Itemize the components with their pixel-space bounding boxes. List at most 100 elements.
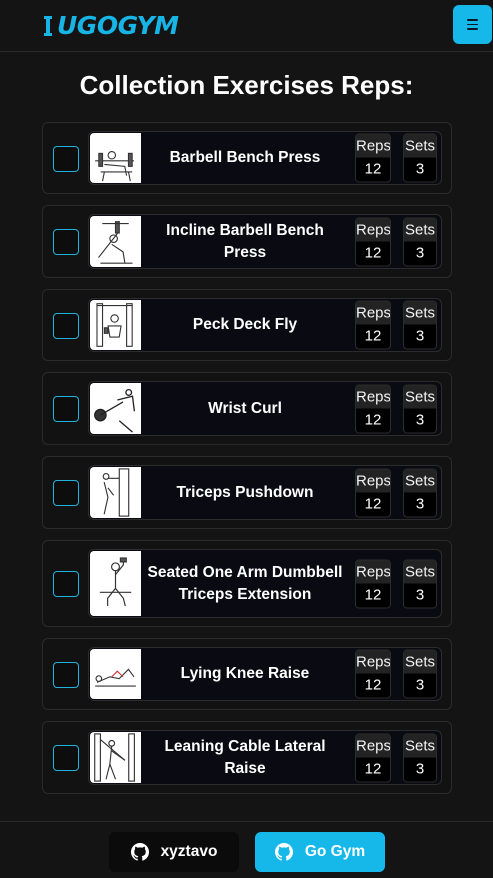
reps-label: Reps (356, 385, 390, 408)
reps-label: Reps (356, 650, 390, 674)
reps-value: 12 (364, 327, 382, 345)
reps-label: Reps (356, 469, 390, 492)
exercise-item[interactable]: Incline Barbell Bench Press Reps 12 Sets… (88, 214, 442, 269)
sets-label: Sets (404, 218, 436, 241)
exercise-card: Leaning Cable Lateral Raise Reps 12 Sets… (42, 721, 452, 794)
github-icon (274, 843, 293, 861)
reps-value: 12 (364, 586, 382, 603)
sets-box: Sets 3 (403, 649, 437, 699)
reps-label: Reps (356, 560, 390, 583)
sets-label: Sets (404, 650, 436, 674)
reps-value: 12 (364, 676, 382, 694)
exercise-card: Lying Knee Raise Reps 12 Sets 3 (42, 638, 452, 710)
gogym-label: Go Gym (304, 843, 366, 860)
github-icon (130, 843, 149, 861)
sets-box: Sets 3 (403, 300, 437, 350)
exercise-checkbox[interactable] (53, 396, 79, 422)
sets-box: Sets 3 (403, 133, 437, 183)
exercise-thumbnail (90, 383, 141, 434)
exercise-item[interactable]: Lying Knee Raise Reps 12 Sets 3 (88, 647, 442, 701)
reps-box: Reps 12 (355, 384, 391, 433)
exercise-list: Barbell Bench Press Reps 12 Sets 3 Incli… (42, 122, 452, 805)
hamburger-icon (467, 18, 478, 21)
exercise-checkbox[interactable] (53, 313, 79, 339)
exercise-item[interactable]: Leaning Cable Lateral Raise Reps 12 Sets… (88, 730, 442, 785)
reps-label: Reps (356, 301, 390, 325)
exercise-checkbox[interactable] (53, 571, 79, 597)
exercise-name: Incline Barbell Bench Press (166, 221, 324, 261)
sets-box: Sets 3 (403, 559, 437, 608)
exercise-name: Wrist Curl (208, 399, 282, 417)
exercise-checkbox[interactable] (53, 146, 79, 172)
sets-label: Sets (404, 560, 436, 583)
sets-value: 3 (415, 244, 425, 261)
sets-value: 3 (415, 327, 425, 345)
sets-value: 3 (415, 160, 425, 178)
sets-box: Sets 3 (403, 384, 437, 433)
brand-logo[interactable]: UGOGYM (41, 11, 179, 40)
exercise-item[interactable]: Peck Deck Fly Reps 12 Sets 3 (88, 298, 442, 352)
reps-value: 12 (364, 760, 382, 777)
navbar: UGOGYM (0, 0, 493, 52)
sets-label: Sets (404, 469, 436, 492)
sets-box: Sets 3 (403, 217, 437, 266)
reps-box: Reps 12 (355, 217, 391, 266)
exercise-name: Peck Deck Fly (192, 316, 298, 333)
sets-box: Sets 3 (403, 733, 437, 782)
reps-value: 12 (364, 244, 382, 261)
reps-value: 12 (364, 160, 382, 178)
reps-value: 12 (364, 495, 382, 512)
reps-box: Reps 12 (355, 468, 391, 517)
reps-box: Reps 12 (355, 300, 391, 350)
sets-value: 3 (415, 760, 425, 777)
reps-box: Reps 12 (355, 649, 391, 699)
brand-logo-text: UGOGYM (57, 11, 179, 40)
exercise-thumbnail (90, 732, 141, 783)
page-title: Collection Exercises Reps: (79, 70, 414, 100)
exercise-card: Barbell Bench Press Reps 12 Sets 3 (42, 122, 452, 194)
exercise-name: Leaning Cable Lateral Raise (164, 737, 326, 777)
menu-button[interactable] (453, 5, 492, 44)
exercise-checkbox[interactable] (53, 745, 79, 771)
footer: xyztavo Go Gym (0, 821, 493, 878)
reps-box: Reps 12 (355, 133, 391, 183)
exercise-card: Wrist Curl Reps 12 Sets 3 (42, 372, 452, 445)
sets-value: 3 (415, 495, 425, 512)
exercise-card: Peck Deck Fly Reps 12 Sets 3 (42, 289, 452, 361)
reps-label: Reps (356, 134, 390, 158)
exercise-thumbnail (90, 551, 141, 616)
exercise-thumbnail (90, 649, 141, 699)
reps-value: 12 (364, 411, 382, 428)
gogym-repo-button[interactable]: Go Gym (255, 832, 385, 872)
sets-label: Sets (404, 301, 436, 325)
reps-label: Reps (356, 218, 390, 241)
exercise-thumbnail (90, 467, 141, 518)
exercise-card: Incline Barbell Bench Press Reps 12 Sets… (42, 205, 452, 278)
reps-label: Reps (356, 734, 390, 757)
exercise-card: Triceps Pushdown Reps 12 Sets 3 (42, 456, 452, 529)
exercise-item[interactable]: Triceps Pushdown Reps 12 Sets 3 (88, 465, 442, 520)
exercise-item[interactable]: Seated One Arm Dumbbell Triceps Extensio… (88, 549, 442, 618)
sets-label: Sets (404, 734, 436, 757)
sets-value: 3 (415, 676, 425, 694)
exercise-name: Barbell Bench Press (169, 149, 321, 166)
exercise-thumbnail (90, 300, 141, 350)
exercise-thumbnail (90, 216, 141, 267)
exercise-checkbox[interactable] (53, 662, 79, 688)
github-profile-button[interactable]: xyztavo (109, 832, 239, 872)
exercise-item[interactable]: Barbell Bench Press Reps 12 Sets 3 (88, 131, 442, 185)
sets-label: Sets (404, 385, 436, 408)
sets-box: Sets 3 (403, 468, 437, 517)
exercise-card: Seated One Arm Dumbbell Triceps Extensio… (42, 540, 452, 627)
exercise-item[interactable]: Wrist Curl Reps 12 Sets 3 (88, 381, 442, 436)
github-username: xyztavo (160, 843, 218, 860)
exercise-checkbox[interactable] (53, 480, 79, 506)
exercise-name: Lying Knee Raise (180, 665, 310, 682)
reps-box: Reps 12 (355, 733, 391, 782)
exercise-thumbnail (90, 133, 141, 183)
sets-value: 3 (415, 411, 425, 428)
sets-value: 3 (415, 586, 425, 603)
reps-box: Reps 12 (355, 559, 391, 608)
dumbbell-logo-icon (44, 15, 52, 36)
exercise-checkbox[interactable] (53, 229, 79, 255)
